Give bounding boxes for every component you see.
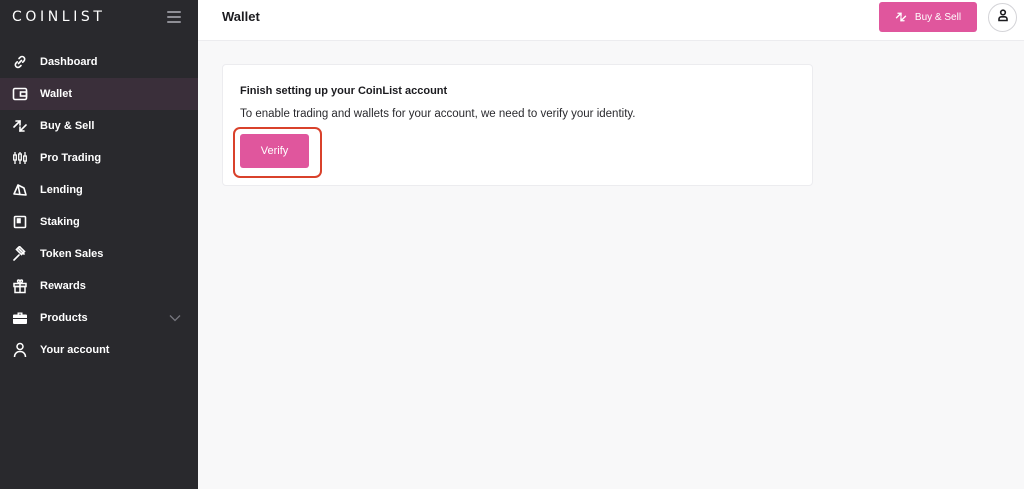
wallet-icon <box>11 85 29 103</box>
sidebar-item-pro-trading[interactable]: Pro Trading <box>0 142 198 174</box>
buy-sell-label: Buy & Sell <box>914 11 962 23</box>
sidebar-item-label: Dashboard <box>40 56 98 68</box>
candlestick-icon <box>11 149 29 167</box>
sidebar-item-token-sales[interactable]: Token Sales <box>0 238 198 270</box>
sidebar-item-label: Buy & Sell <box>40 120 95 132</box>
lending-icon <box>11 181 29 199</box>
sidebar-item-lending[interactable]: Lending <box>0 174 198 206</box>
sidebar-item-staking[interactable]: Staking <box>0 206 198 238</box>
sidebar-item-wallet[interactable]: Wallet <box>0 78 198 110</box>
gift-icon <box>11 277 29 295</box>
sidebar-item-your-account[interactable]: Your account <box>0 334 198 366</box>
sidebar-item-dashboard[interactable]: Dashboard <box>0 46 198 78</box>
app-root: COINLIST Dashboard Wallet Buy & Sell Pro… <box>0 0 1024 489</box>
sidebar-item-label: Pro Trading <box>40 152 102 164</box>
sidebar-item-label: Rewards <box>40 280 86 292</box>
sidebar: COINLIST Dashboard Wallet Buy & Sell Pro… <box>0 0 198 489</box>
verify-button[interactable]: Verify <box>240 134 309 168</box>
account-icon <box>997 8 1008 27</box>
chevron-down-icon[interactable] <box>168 311 182 325</box>
page-title: Wallet <box>222 9 260 24</box>
sidebar-item-label: Token Sales <box>40 248 104 260</box>
account-avatar-button[interactable] <box>988 3 1017 32</box>
sidebar-item-label: Lending <box>40 184 83 196</box>
setup-account-card: Finish setting up your CoinList account … <box>222 64 813 186</box>
card-title: Finish setting up your CoinList account <box>240 85 448 97</box>
arrows-swap-icon <box>11 117 29 135</box>
sidebar-item-label: Your account <box>40 344 110 356</box>
staking-icon <box>11 213 29 231</box>
link-icon <box>11 53 29 71</box>
arrows-swap-icon <box>895 11 907 23</box>
sidebar-item-label: Products <box>40 312 88 324</box>
top-bar: Wallet Buy & Sell <box>198 0 1024 41</box>
sidebar-item-rewards[interactable]: Rewards <box>0 270 198 302</box>
gavel-icon <box>11 245 29 263</box>
sidebar-item-buy-sell[interactable]: Buy & Sell <box>0 110 198 142</box>
briefcase-icon <box>11 309 29 327</box>
card-description: To enable trading and wallets for your a… <box>240 108 636 120</box>
sidebar-item-label: Wallet <box>40 88 72 100</box>
sidebar-item-label: Staking <box>40 216 80 228</box>
sidebar-nav: Dashboard Wallet Buy & Sell Pro Trading … <box>0 46 198 366</box>
sidebar-item-products[interactable]: Products <box>0 302 198 334</box>
brand-logo[interactable]: COINLIST <box>12 9 106 25</box>
hamburger-menu-icon[interactable] <box>167 11 181 23</box>
person-icon <box>11 341 29 359</box>
buy-sell-button[interactable]: Buy & Sell <box>879 2 977 32</box>
